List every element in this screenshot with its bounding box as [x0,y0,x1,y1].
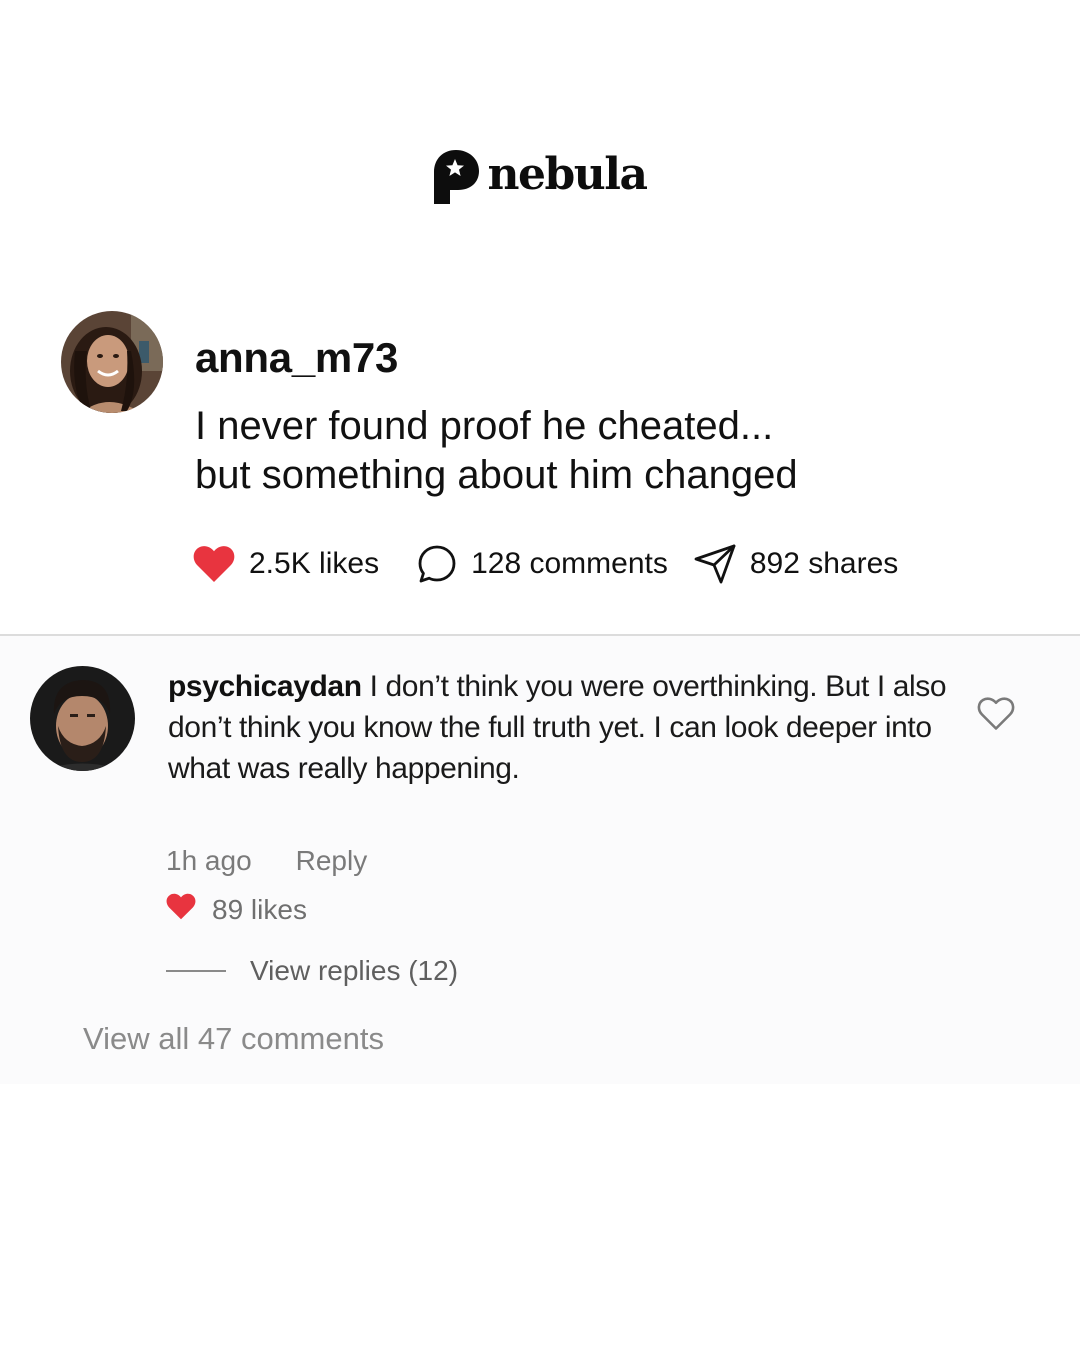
brand-header: nebula [0,150,1080,204]
heart-filled-icon [193,545,235,583]
commenter-username[interactable]: psychicaydan [168,670,362,703]
post-text-line: I never found proof he cheated... [195,404,774,448]
post-text: I never found proof he cheated... but so… [195,402,1015,500]
paper-plane-icon [694,544,736,584]
comment-likes: 89 likes [166,893,307,927]
comment-likes-count: 89 likes [212,894,307,925]
reply-button[interactable]: Reply [296,845,368,877]
comment-timestamp: 1h ago [166,845,252,876]
avatar[interactable] [61,311,163,413]
post-stats: 2.5K likes 128 comments 892 shares [193,541,898,587]
likes-button[interactable]: 2.5K likes [193,545,379,583]
heart-filled-icon [166,893,196,927]
comment-bubble-icon [417,544,457,584]
brand-name: nebula [487,149,648,200]
like-comment-heart-icon[interactable] [977,697,1015,736]
post-text-line: but something about him changed [195,453,798,497]
view-all-comments-link[interactable]: View all 47 comments [83,1021,384,1057]
share-button[interactable]: 892 shares [694,544,898,584]
comment-meta: 1h ago Reply [166,845,367,877]
comments-count: 128 comments [471,547,668,580]
likes-count: 2.5K likes [249,547,380,580]
view-replies-label[interactable]: View replies (12) [250,955,458,987]
head-star-icon [433,150,480,204]
replies-divider-line [166,970,226,972]
shares-count: 892 shares [749,547,899,580]
comments-button[interactable]: 128 comments [417,544,668,584]
view-replies[interactable]: View replies (12) [166,955,458,987]
commenter-avatar[interactable] [30,666,135,771]
post-username[interactable]: anna_m73 [195,334,398,382]
comment-body: psychicaydan I don’t think you were overt… [168,666,958,789]
